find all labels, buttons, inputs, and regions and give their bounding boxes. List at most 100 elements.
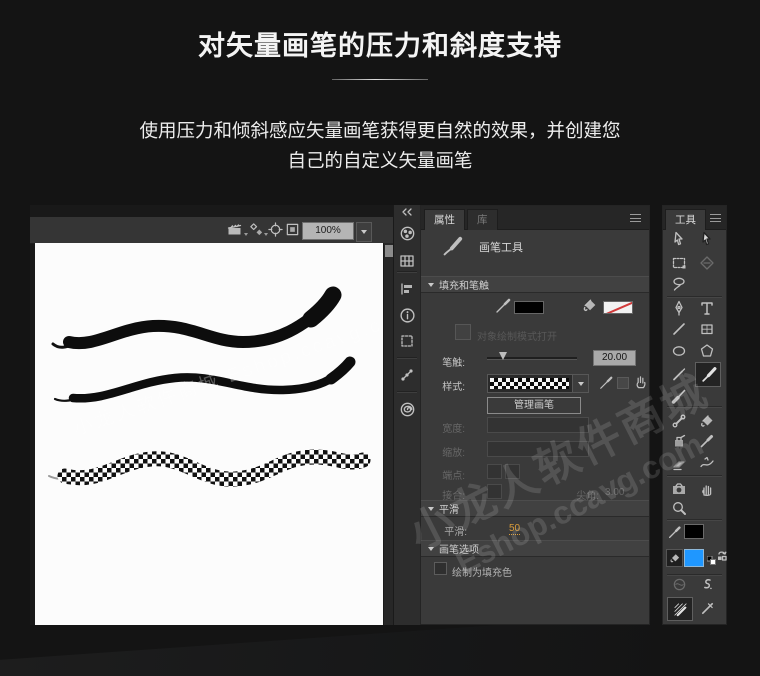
stroke-style-dropdown[interactable] bbox=[487, 374, 589, 393]
section-fill-and-stroke[interactable]: 填充和笔触 bbox=[421, 276, 649, 293]
stroke-size-slider-thumb[interactable] bbox=[499, 352, 507, 360]
swap-colors-button[interactable] bbox=[717, 550, 727, 562]
ink-bottle-tool[interactable] bbox=[668, 430, 690, 452]
panel-menu-icon[interactable] bbox=[710, 214, 721, 222]
fill-color-swatch-no-fill[interactable] bbox=[603, 301, 633, 314]
brush-tool-selected[interactable] bbox=[695, 362, 721, 387]
zoom-level-input[interactable]: 100% bbox=[302, 222, 354, 240]
stroke-size-label: 笔触: bbox=[442, 358, 465, 369]
object-drawing-mode-button[interactable] bbox=[455, 324, 471, 340]
free-transform-tool[interactable] bbox=[668, 252, 690, 274]
tilt-pen-icon bbox=[701, 602, 713, 614]
section-collapse-icon bbox=[428, 282, 434, 287]
stroke-style-dropdown-button[interactable] bbox=[572, 375, 588, 392]
fluid-brush-tool[interactable] bbox=[668, 385, 690, 407]
eraser-tool[interactable] bbox=[668, 453, 690, 475]
width-tool-icon bbox=[700, 456, 714, 468]
section-smoothing[interactable]: 平滑 bbox=[421, 500, 649, 517]
tab-properties[interactable]: 属性 bbox=[424, 209, 465, 230]
camera-tool-icon bbox=[673, 483, 685, 494]
section-collapse-icon bbox=[428, 506, 434, 511]
line-tool[interactable] bbox=[668, 318, 690, 340]
black-white-colors-button[interactable] bbox=[706, 552, 716, 570]
collapse-panels-button[interactable] bbox=[397, 207, 417, 217]
eyedropper-tool[interactable] bbox=[696, 430, 718, 452]
fill-color-bucket-button[interactable] bbox=[666, 549, 683, 567]
oval-tool[interactable] bbox=[668, 340, 690, 362]
stroke-size-value[interactable]: 20.00 bbox=[593, 350, 636, 366]
pencil-tool[interactable] bbox=[668, 363, 690, 385]
text-tool-icon bbox=[701, 302, 713, 315]
lasso-tool-icon bbox=[673, 277, 685, 291]
smoothing-value[interactable]: 50 bbox=[509, 523, 521, 535]
width-tool[interactable] bbox=[696, 453, 718, 475]
brush-mode-option-selected[interactable] bbox=[667, 597, 693, 621]
edit-stroke-style-button[interactable] bbox=[599, 376, 613, 390]
dropdown-arrow-icon bbox=[577, 381, 584, 386]
subselection-tool[interactable] bbox=[668, 228, 690, 250]
toolbar-stroke-color-swatch[interactable] bbox=[684, 524, 704, 539]
page: 对矢量画笔的压力和斜度支持 使用压力和倾斜感应矢量画笔获得更自然的效果，并创建您… bbox=[0, 0, 760, 676]
lasso-tool[interactable] bbox=[668, 273, 690, 295]
collapse-arrows-icon bbox=[402, 208, 412, 216]
dock-motion-presets-panel-button[interactable] bbox=[397, 399, 417, 419]
dock-swatches-panel-button[interactable] bbox=[397, 251, 417, 271]
dock-align-panel-button[interactable] bbox=[397, 279, 417, 299]
lock-fill-option[interactable] bbox=[668, 573, 690, 595]
cap-option-disabled bbox=[487, 464, 502, 479]
dock-transform-panel-button[interactable] bbox=[397, 331, 417, 351]
cap-label: 端点: bbox=[442, 471, 465, 482]
paint-bucket-tool[interactable] bbox=[696, 410, 718, 432]
dock-code-snippets-panel-button[interactable] bbox=[397, 365, 417, 385]
clip-content-button[interactable] bbox=[285, 222, 301, 238]
subtitle-line-1: 使用压力和倾斜感应矢量画笔获得更自然的效果，并创建您 bbox=[139, 120, 621, 141]
edit-scene-button[interactable] bbox=[227, 222, 243, 238]
paint-bucket-tool-icon bbox=[701, 415, 713, 427]
pen-tool[interactable] bbox=[668, 297, 690, 319]
bone-tool[interactable] bbox=[668, 410, 690, 432]
zoom-dropdown-button[interactable] bbox=[356, 222, 372, 242]
draw-as-fill-checkbox[interactable] bbox=[434, 562, 447, 575]
stroke-style-label: 样式: bbox=[442, 382, 465, 393]
tools-separator bbox=[667, 406, 722, 408]
manage-brushes-button[interactable]: 管理画笔 bbox=[487, 397, 581, 414]
gradient-transform-tool[interactable] bbox=[696, 252, 718, 274]
tools-panel: 工具 bbox=[662, 205, 727, 625]
polystar-tool[interactable] bbox=[696, 340, 718, 362]
fill-bucket-icon bbox=[670, 554, 679, 563]
zoom-tool[interactable] bbox=[668, 497, 690, 519]
pen-tool-icon bbox=[675, 300, 683, 316]
edit-scene-dropdown-icon[interactable] bbox=[244, 233, 248, 236]
ink-bottle-tool-icon bbox=[675, 434, 686, 447]
hand-tool[interactable] bbox=[696, 478, 718, 500]
tab-tools[interactable]: 工具 bbox=[665, 209, 706, 230]
text-tool[interactable] bbox=[696, 297, 718, 319]
selected-tool-name: 画笔工具 bbox=[479, 242, 523, 254]
brush-tilt-option-button[interactable] bbox=[633, 375, 648, 390]
rectangle-tool[interactable] bbox=[696, 318, 718, 340]
title-divider bbox=[332, 79, 428, 80]
dock-info-panel-button[interactable] bbox=[397, 305, 417, 325]
tools-separator bbox=[667, 519, 722, 521]
dock-color-panel-button[interactable] bbox=[397, 223, 417, 243]
section-brush-options[interactable]: 画笔选项 bbox=[421, 540, 649, 557]
toolbar-fill-color-swatch[interactable] bbox=[684, 549, 704, 567]
scale-dropdown-disabled bbox=[487, 441, 589, 457]
tab-library[interactable]: 库 bbox=[467, 209, 498, 230]
miter-value: 3.00 bbox=[605, 487, 625, 498]
edit-scene-icon bbox=[227, 224, 242, 235]
edit-symbol-button[interactable] bbox=[249, 222, 265, 238]
use-tilt-option[interactable] bbox=[696, 597, 718, 619]
code-snippets-panel-icon bbox=[401, 369, 413, 381]
snap-s-icon bbox=[704, 579, 712, 590]
selection-tool[interactable] bbox=[696, 228, 718, 250]
width-label: 宽度: bbox=[442, 424, 465, 435]
snap-to-objects-option[interactable] bbox=[696, 573, 718, 595]
canvas-scrollbar-thumb[interactable] bbox=[385, 245, 393, 257]
stroke-color-swatch[interactable] bbox=[514, 301, 544, 314]
page-title: 对矢量画笔的压力和斜度支持 bbox=[198, 31, 562, 61]
canvas[interactable]: 小龙人软件商城 Eshop.ccavg.com bbox=[35, 243, 383, 625]
center-frame-button[interactable] bbox=[268, 222, 284, 238]
panel-menu-icon[interactable] bbox=[630, 214, 641, 222]
subselection-tool-icon bbox=[674, 231, 683, 246]
